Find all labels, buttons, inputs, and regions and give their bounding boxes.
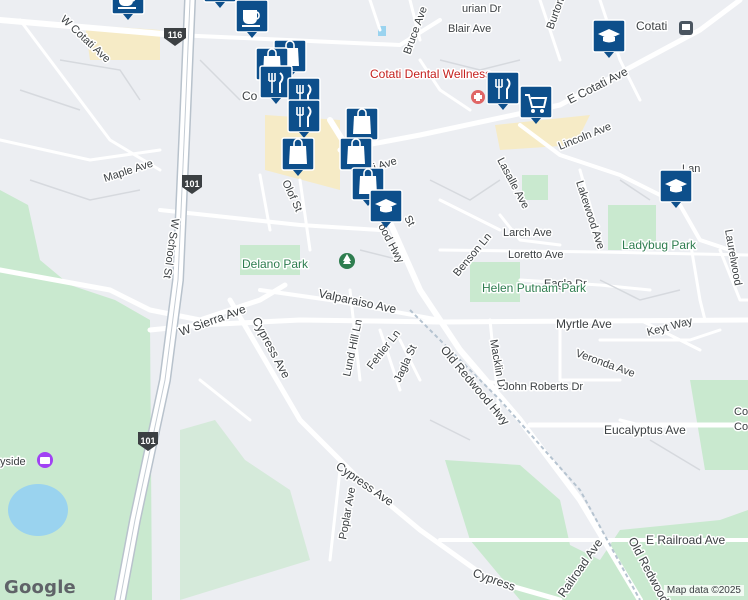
street-john-roberts-dr: John Roberts Dr xyxy=(503,381,583,393)
street-eucalyptus-ave: Eucalyptus Ave xyxy=(604,423,686,437)
yside-label: yside xyxy=(0,456,26,468)
restaurant-marker-1[interactable] xyxy=(259,65,293,105)
cotati-town-label-2: Co xyxy=(242,89,258,103)
shield-101-south-label: 101 xyxy=(140,436,155,446)
grocery-marker[interactable] xyxy=(519,85,553,125)
restaurant-marker-3[interactable] xyxy=(287,99,321,139)
map-attribution[interactable]: Map data ©2025 xyxy=(663,585,744,596)
map-canvas[interactable]: 116 101 101 W Cotati Ave Blair Ave Bruce… xyxy=(0,0,748,600)
cotati-town-label: Cotati xyxy=(636,19,667,33)
street-urian-dr: urian Dr xyxy=(462,3,501,15)
shield-116-label: 116 xyxy=(168,30,183,40)
cafe-marker-3[interactable] xyxy=(235,0,269,39)
pond xyxy=(8,484,68,536)
co-label-east-1: Co xyxy=(734,406,748,418)
dental-pin[interactable] xyxy=(471,90,485,104)
school-marker-2[interactable] xyxy=(592,19,626,59)
google-logo[interactable]: Google xyxy=(4,577,76,598)
street-larch-ave: Larch Ave xyxy=(503,227,552,239)
school-marker-3[interactable] xyxy=(659,169,693,209)
shield-101-north-label: 101 xyxy=(184,179,199,189)
helen-putnam-park-label: Helen Putnam Park xyxy=(482,281,587,295)
cotati-dental-label: Cotati Dental Wellness xyxy=(370,67,491,81)
train-station-icon[interactable] xyxy=(679,21,693,35)
ladybug-park-label: Ladybug Park xyxy=(622,238,697,252)
school-marker-1[interactable] xyxy=(369,189,403,229)
street-myrtle-ave: Myrtle Ave xyxy=(556,317,612,331)
delano-park-pin[interactable] xyxy=(339,253,355,269)
delano-park-label: Delano Park xyxy=(242,257,309,271)
restaurant-marker-4[interactable] xyxy=(486,71,520,111)
co-label-east-2: Co xyxy=(734,421,748,433)
shopping-marker-3[interactable] xyxy=(281,137,315,177)
street-blair-ave: Blair Ave xyxy=(448,23,491,35)
street-e-railroad-ave: E Railroad Ave xyxy=(646,533,725,547)
camera-icon[interactable] xyxy=(37,452,53,468)
street-loretto-ave: Loretto Ave xyxy=(508,249,563,261)
